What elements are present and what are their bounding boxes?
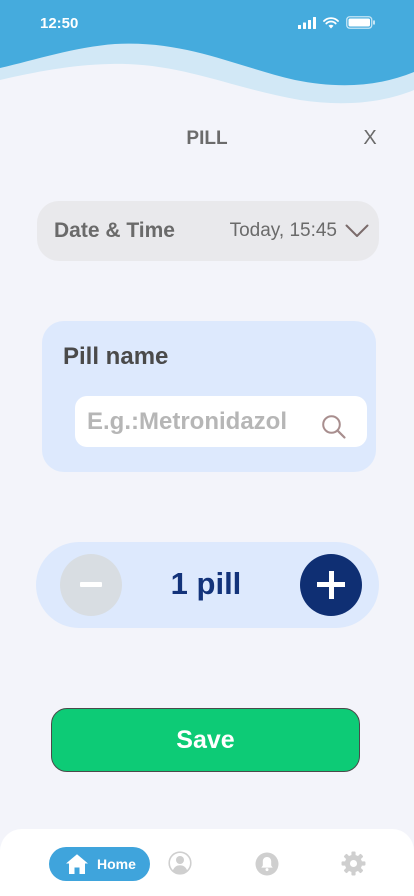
nav-item-home[interactable]: Home (49, 847, 150, 881)
increment-button[interactable] (300, 554, 362, 616)
pill-search-box (75, 396, 367, 447)
pill-name-input[interactable] (75, 396, 315, 447)
pill-count: 1 pill (170, 566, 242, 601)
gear-icon[interactable] (341, 851, 366, 876)
decrement-button[interactable] (60, 554, 122, 616)
search-icon[interactable] (321, 414, 347, 440)
page-title: PILL (186, 128, 228, 149)
save-button[interactable]: Save (51, 708, 360, 772)
bell-icon[interactable] (255, 852, 279, 876)
status-bar: 12:50 (0, 0, 414, 48)
date-time-label: Date & Time (54, 219, 175, 242)
status-time: 12:50 (40, 15, 79, 32)
nav-home-label: Home (97, 856, 136, 872)
date-time-selector[interactable]: Date & Time Today, 15:45 (37, 201, 379, 261)
bottom-nav: Home (0, 829, 414, 896)
home-icon (66, 854, 88, 874)
status-icons (298, 16, 376, 29)
date-time-value: Today, 15:45 (229, 220, 337, 241)
pill-counter: 1 pill (36, 542, 379, 628)
profile-icon[interactable] (168, 851, 192, 875)
pill-name-card: Pill name (42, 321, 376, 472)
minus-icon (80, 582, 102, 587)
battery-icon (346, 16, 375, 29)
pill-name-label: Pill name (63, 343, 169, 370)
close-button[interactable]: X (358, 127, 382, 151)
signal-icon (298, 16, 316, 29)
chevron-down-icon (345, 224, 369, 237)
wifi-icon (323, 16, 339, 28)
